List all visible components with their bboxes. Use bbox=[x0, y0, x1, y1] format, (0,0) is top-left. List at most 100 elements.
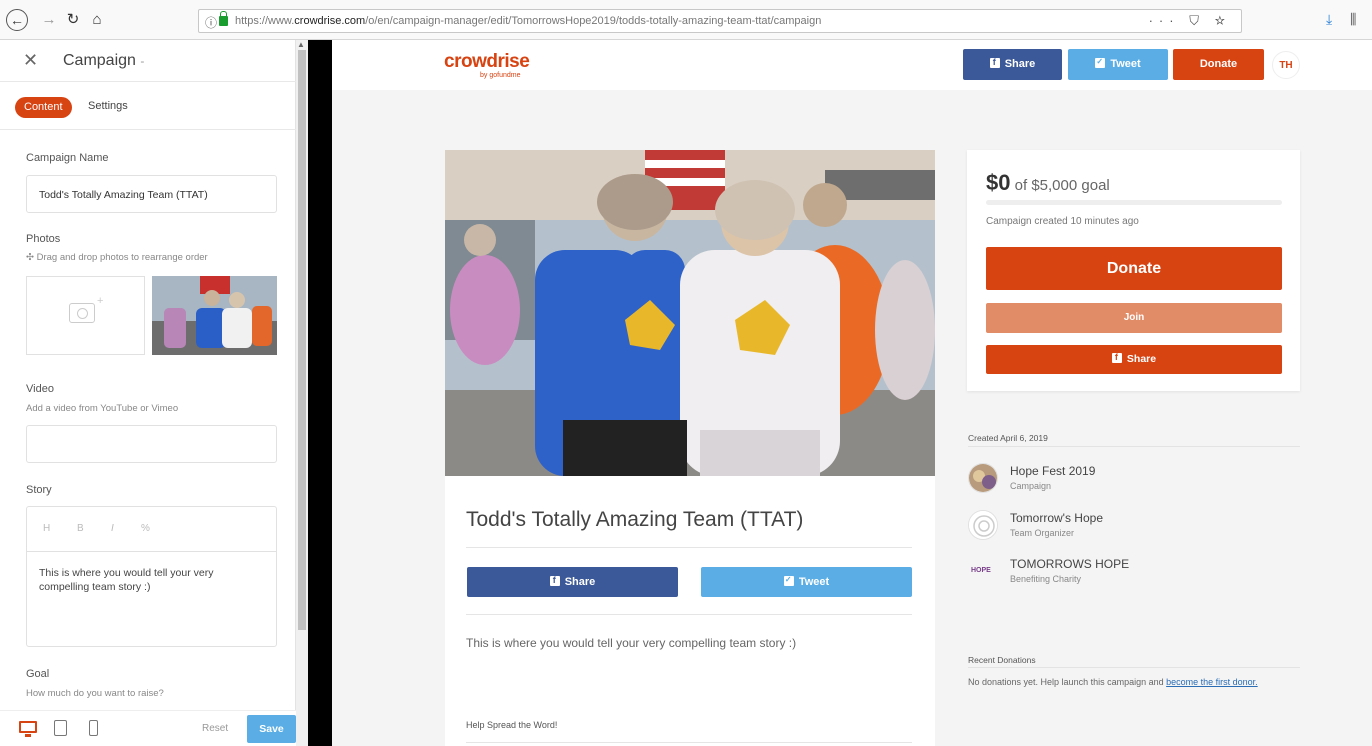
divider bbox=[466, 547, 912, 548]
chevron-down-icon: - bbox=[140, 54, 145, 68]
scrollbar-thumb[interactable] bbox=[298, 50, 306, 630]
twitter-icon bbox=[1095, 56, 1106, 68]
bold-tool-icon[interactable]: B bbox=[77, 523, 84, 534]
join-button[interactable]: Join bbox=[986, 303, 1282, 333]
goal-label: Goal bbox=[26, 668, 50, 680]
related-name: Hope Fest 2019 bbox=[1010, 464, 1096, 478]
created-ago-text: Campaign created 10 minutes ago bbox=[986, 216, 1139, 227]
divider bbox=[968, 667, 1300, 668]
card-tweet-button[interactable]: Tweet bbox=[701, 567, 912, 597]
site-header: crowdrise by gofundme Share Tweet Donate… bbox=[332, 40, 1372, 90]
home-icon[interactable]: ⌂ bbox=[86, 9, 108, 31]
hero-photo bbox=[445, 150, 935, 476]
campaign-name-label: Campaign Name bbox=[26, 152, 109, 164]
story-editor[interactable]: H B I % This is where you would tell you… bbox=[26, 506, 277, 647]
header-tweet-button[interactable]: Tweet bbox=[1068, 49, 1168, 80]
related-role: Campaign bbox=[1010, 481, 1052, 491]
heading-tool-icon[interactable]: H bbox=[43, 523, 50, 534]
bookmark-star-icon[interactable]: ☆ bbox=[1215, 13, 1231, 28]
story-label: Story bbox=[26, 484, 52, 496]
related-charity[interactable]: HOPE TOMORROWS HOPE Benefiting Charity bbox=[968, 556, 1298, 590]
lock-icon bbox=[219, 11, 228, 26]
goal-hint: How much do you want to raise? bbox=[26, 688, 164, 699]
related-role: Team Organizer bbox=[1010, 528, 1075, 538]
photos-hint: ✣ Drag and drop photos to rearrange orde… bbox=[26, 252, 208, 263]
campaign-name-input[interactable]: Todd's Totally Amazing Team (TTAT) bbox=[26, 175, 277, 213]
card-share-button[interactable]: Share bbox=[467, 567, 678, 597]
drag-move-icon: ✣ bbox=[26, 252, 34, 263]
plus-icon: + bbox=[97, 295, 104, 307]
back-arrow-icon[interactable]: ← bbox=[6, 9, 28, 31]
download-icon[interactable]: ⤓ bbox=[1326, 11, 1332, 28]
donation-share-button[interactable]: Share bbox=[986, 345, 1282, 374]
close-icon[interactable]: ✕ bbox=[23, 50, 38, 71]
tablet-preview-icon[interactable] bbox=[54, 720, 67, 736]
organizer-avatar-icon bbox=[968, 510, 998, 540]
become-first-donor-link[interactable]: become the first donor. bbox=[1166, 677, 1258, 687]
save-button[interactable]: Save bbox=[247, 715, 296, 743]
scroll-up-icon[interactable]: ▲ bbox=[297, 40, 305, 49]
reload-icon[interactable]: ↻ bbox=[62, 9, 84, 31]
editor-footer: Reset Save bbox=[0, 710, 296, 746]
campaign-hero-image bbox=[445, 150, 935, 476]
no-donations-text: No donations yet. Help launch this campa… bbox=[968, 677, 1258, 687]
desktop-preview-icon[interactable] bbox=[19, 721, 37, 737]
divider bbox=[308, 40, 332, 746]
reset-button[interactable]: Reset bbox=[202, 723, 228, 734]
campaign-editor-panel: ✕ Campaign - Content Settings Campaign N… bbox=[0, 40, 296, 746]
page-actions-icon[interactable]: ··· bbox=[1149, 13, 1180, 28]
facebook-icon bbox=[1111, 351, 1122, 363]
address-bar[interactable]: ⓘ https://www.crowdrise.com/o/en/campaig… bbox=[198, 9, 1242, 33]
video-label: Video bbox=[26, 383, 54, 395]
avatar[interactable]: TH bbox=[1272, 51, 1300, 79]
related-name: TOMORROWS HOPE bbox=[1010, 557, 1130, 571]
story-textarea[interactable]: This is where you would tell your very c… bbox=[39, 566, 259, 594]
link-tool-icon[interactable]: % bbox=[141, 523, 150, 534]
crowdrise-logo[interactable]: crowdrise bbox=[444, 51, 530, 73]
library-icon[interactable]: ⫼ bbox=[1350, 11, 1356, 28]
related-campaign[interactable]: Hope Fest 2019 Campaign bbox=[968, 463, 1298, 497]
story-toolbar: H B I % bbox=[27, 507, 276, 552]
amount-raised: $0 of $5,000 goal bbox=[986, 170, 1110, 195]
spread-the-word-label: Help Spread the Word! bbox=[466, 720, 558, 730]
photo-thumbnail[interactable] bbox=[152, 276, 277, 355]
editor-scrollbar[interactable]: ▲ bbox=[296, 40, 308, 746]
tab-settings[interactable]: Settings bbox=[88, 100, 128, 112]
italic-tool-icon[interactable]: I bbox=[111, 523, 114, 534]
url-text: https://www.crowdrise.com/o/en/campaign-… bbox=[235, 15, 822, 27]
phone-preview-icon[interactable] bbox=[89, 720, 98, 736]
facebook-icon bbox=[549, 574, 560, 586]
donate-button[interactable]: Donate bbox=[986, 247, 1282, 290]
editor-title-dropdown[interactable]: Campaign - bbox=[63, 52, 144, 70]
video-url-input[interactable] bbox=[26, 425, 277, 463]
add-photo-button[interactable]: + bbox=[26, 276, 145, 355]
facebook-icon bbox=[989, 56, 1000, 68]
editor-header: ✕ Campaign - bbox=[0, 40, 296, 82]
campaign-story-text: This is where you would tell your very c… bbox=[466, 636, 797, 650]
video-hint: Add a video from YouTube or Vimeo bbox=[26, 403, 179, 414]
header-donate-button[interactable]: Donate bbox=[1173, 49, 1264, 80]
photo-thumbnail-image bbox=[152, 276, 277, 355]
tab-content[interactable]: Content bbox=[15, 97, 72, 118]
created-date: Created April 6, 2019 bbox=[968, 433, 1048, 443]
camera-icon bbox=[69, 303, 95, 323]
related-organizer[interactable]: Tomorrow's Hope Team Organizer bbox=[968, 510, 1298, 544]
browser-toolbar: ← → ↻ ⌂ ⓘ https://www.crowdrise.com/o/en… bbox=[0, 0, 1372, 40]
charity-logo-icon: HOPE bbox=[968, 556, 998, 586]
donation-card: $0 of $5,000 goal Campaign created 10 mi… bbox=[967, 150, 1300, 391]
header-share-button[interactable]: Share bbox=[963, 49, 1062, 80]
related-name: Tomorrow's Hope bbox=[1010, 511, 1103, 525]
campaign-card: Todd's Totally Amazing Team (TTAT) Share… bbox=[445, 150, 935, 746]
divider bbox=[968, 446, 1300, 447]
campaign-avatar-icon bbox=[968, 463, 998, 493]
campaign-title: Todd's Totally Amazing Team (TTAT) bbox=[466, 508, 804, 531]
pocket-icon[interactable]: ⛉ bbox=[1189, 13, 1205, 28]
info-icon[interactable]: ⓘ bbox=[205, 14, 217, 31]
logo-subtitle: by gofundme bbox=[480, 72, 521, 79]
goal-progress-bar bbox=[986, 200, 1282, 205]
photos-label: Photos bbox=[26, 233, 61, 245]
divider bbox=[466, 614, 912, 615]
forward-arrow-icon[interactable]: → bbox=[38, 9, 60, 31]
campaign-preview: crowdrise by gofundme Share Tweet Donate… bbox=[332, 40, 1372, 746]
related-role: Benefiting Charity bbox=[1010, 574, 1082, 584]
